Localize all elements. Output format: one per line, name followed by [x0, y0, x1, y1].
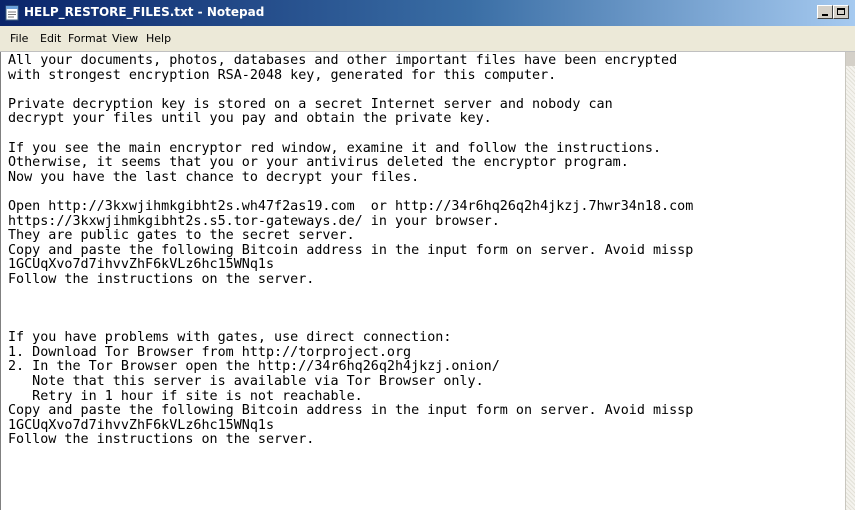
- text-line: [8, 317, 693, 332]
- text-line: [8, 185, 693, 200]
- text-line: Note that this server is available via T…: [8, 374, 484, 390]
- text-line: Retry in 1 hour if site is not reachable…: [8, 388, 363, 404]
- text-line: All your documents, photos, databases an…: [8, 53, 678, 68]
- title-bar[interactable]: HELP_RESTORE_FILES.txt - Notepad: [0, 0, 855, 26]
- notepad-window: HELP_RESTORE_FILES.txt - Notepad File Ed…: [0, 0, 855, 510]
- text-line: If you see the main encryptor red window…: [8, 140, 662, 156]
- text-editor[interactable]: All your documents, photos, databases an…: [0, 52, 845, 510]
- scroll-up-button[interactable]: [846, 52, 855, 66]
- text-line: Follow the instructions on the server.: [8, 271, 315, 287]
- text-line: 2. In the Tor Browser open the http://34…: [8, 359, 500, 375]
- text-line: with strongest encryption RSA-2048 key, …: [8, 67, 557, 83]
- minimize-button[interactable]: [817, 5, 833, 19]
- document-text: All your documents, photos, databases an…: [8, 53, 694, 448]
- text-line: [8, 302, 693, 317]
- text-line: [8, 288, 693, 303]
- menu-help[interactable]: Help: [146, 32, 171, 45]
- text-line: Now you have the last chance to decrypt …: [8, 169, 420, 185]
- notepad-icon: [5, 5, 19, 21]
- text-line: They are public gates to the secret serv…: [8, 228, 355, 244]
- menu-file[interactable]: File: [10, 32, 28, 45]
- text-line: 1GCUqXvo7d7ihvvZhF6kVLz6hc15WNq1s: [8, 417, 275, 433]
- menu-format[interactable]: Format: [68, 32, 107, 45]
- text-line: Copy and paste the following Bitcoin add…: [8, 403, 694, 419]
- text-line: Follow the instructions on the server.: [8, 432, 315, 448]
- text-line: If you have problems with gates, use dir…: [8, 330, 452, 346]
- text-line: 1. Download Tor Browser from http://torp…: [8, 344, 412, 360]
- text-line: [8, 83, 693, 98]
- text-line: 1GCUqXvo7d7ihvvZhF6kVLz6hc15WNq1s: [8, 257, 275, 273]
- maximize-button[interactable]: [833, 5, 849, 19]
- menu-bar: File Edit Format View Help: [0, 26, 855, 52]
- text-line: [8, 127, 693, 142]
- vertical-scrollbar[interactable]: [845, 52, 855, 510]
- text-line: Open http://3kxwjihmkgibht2s.wh47f2as19.…: [8, 198, 694, 214]
- menu-view[interactable]: View: [112, 32, 138, 45]
- window-title: HELP_RESTORE_FILES.txt - Notepad: [24, 5, 265, 19]
- text-line: https://3kxwjihmkgibht2s.s5.tor-gateways…: [8, 213, 500, 229]
- text-line: Copy and paste the following Bitcoin add…: [8, 242, 694, 258]
- text-line: decrypt your files until you pay and obt…: [8, 111, 492, 127]
- text-line: Otherwise, it seems that you or your ant…: [8, 155, 629, 171]
- menu-edit[interactable]: Edit: [40, 32, 61, 45]
- text-line: Private decryption key is stored on a se…: [8, 96, 613, 112]
